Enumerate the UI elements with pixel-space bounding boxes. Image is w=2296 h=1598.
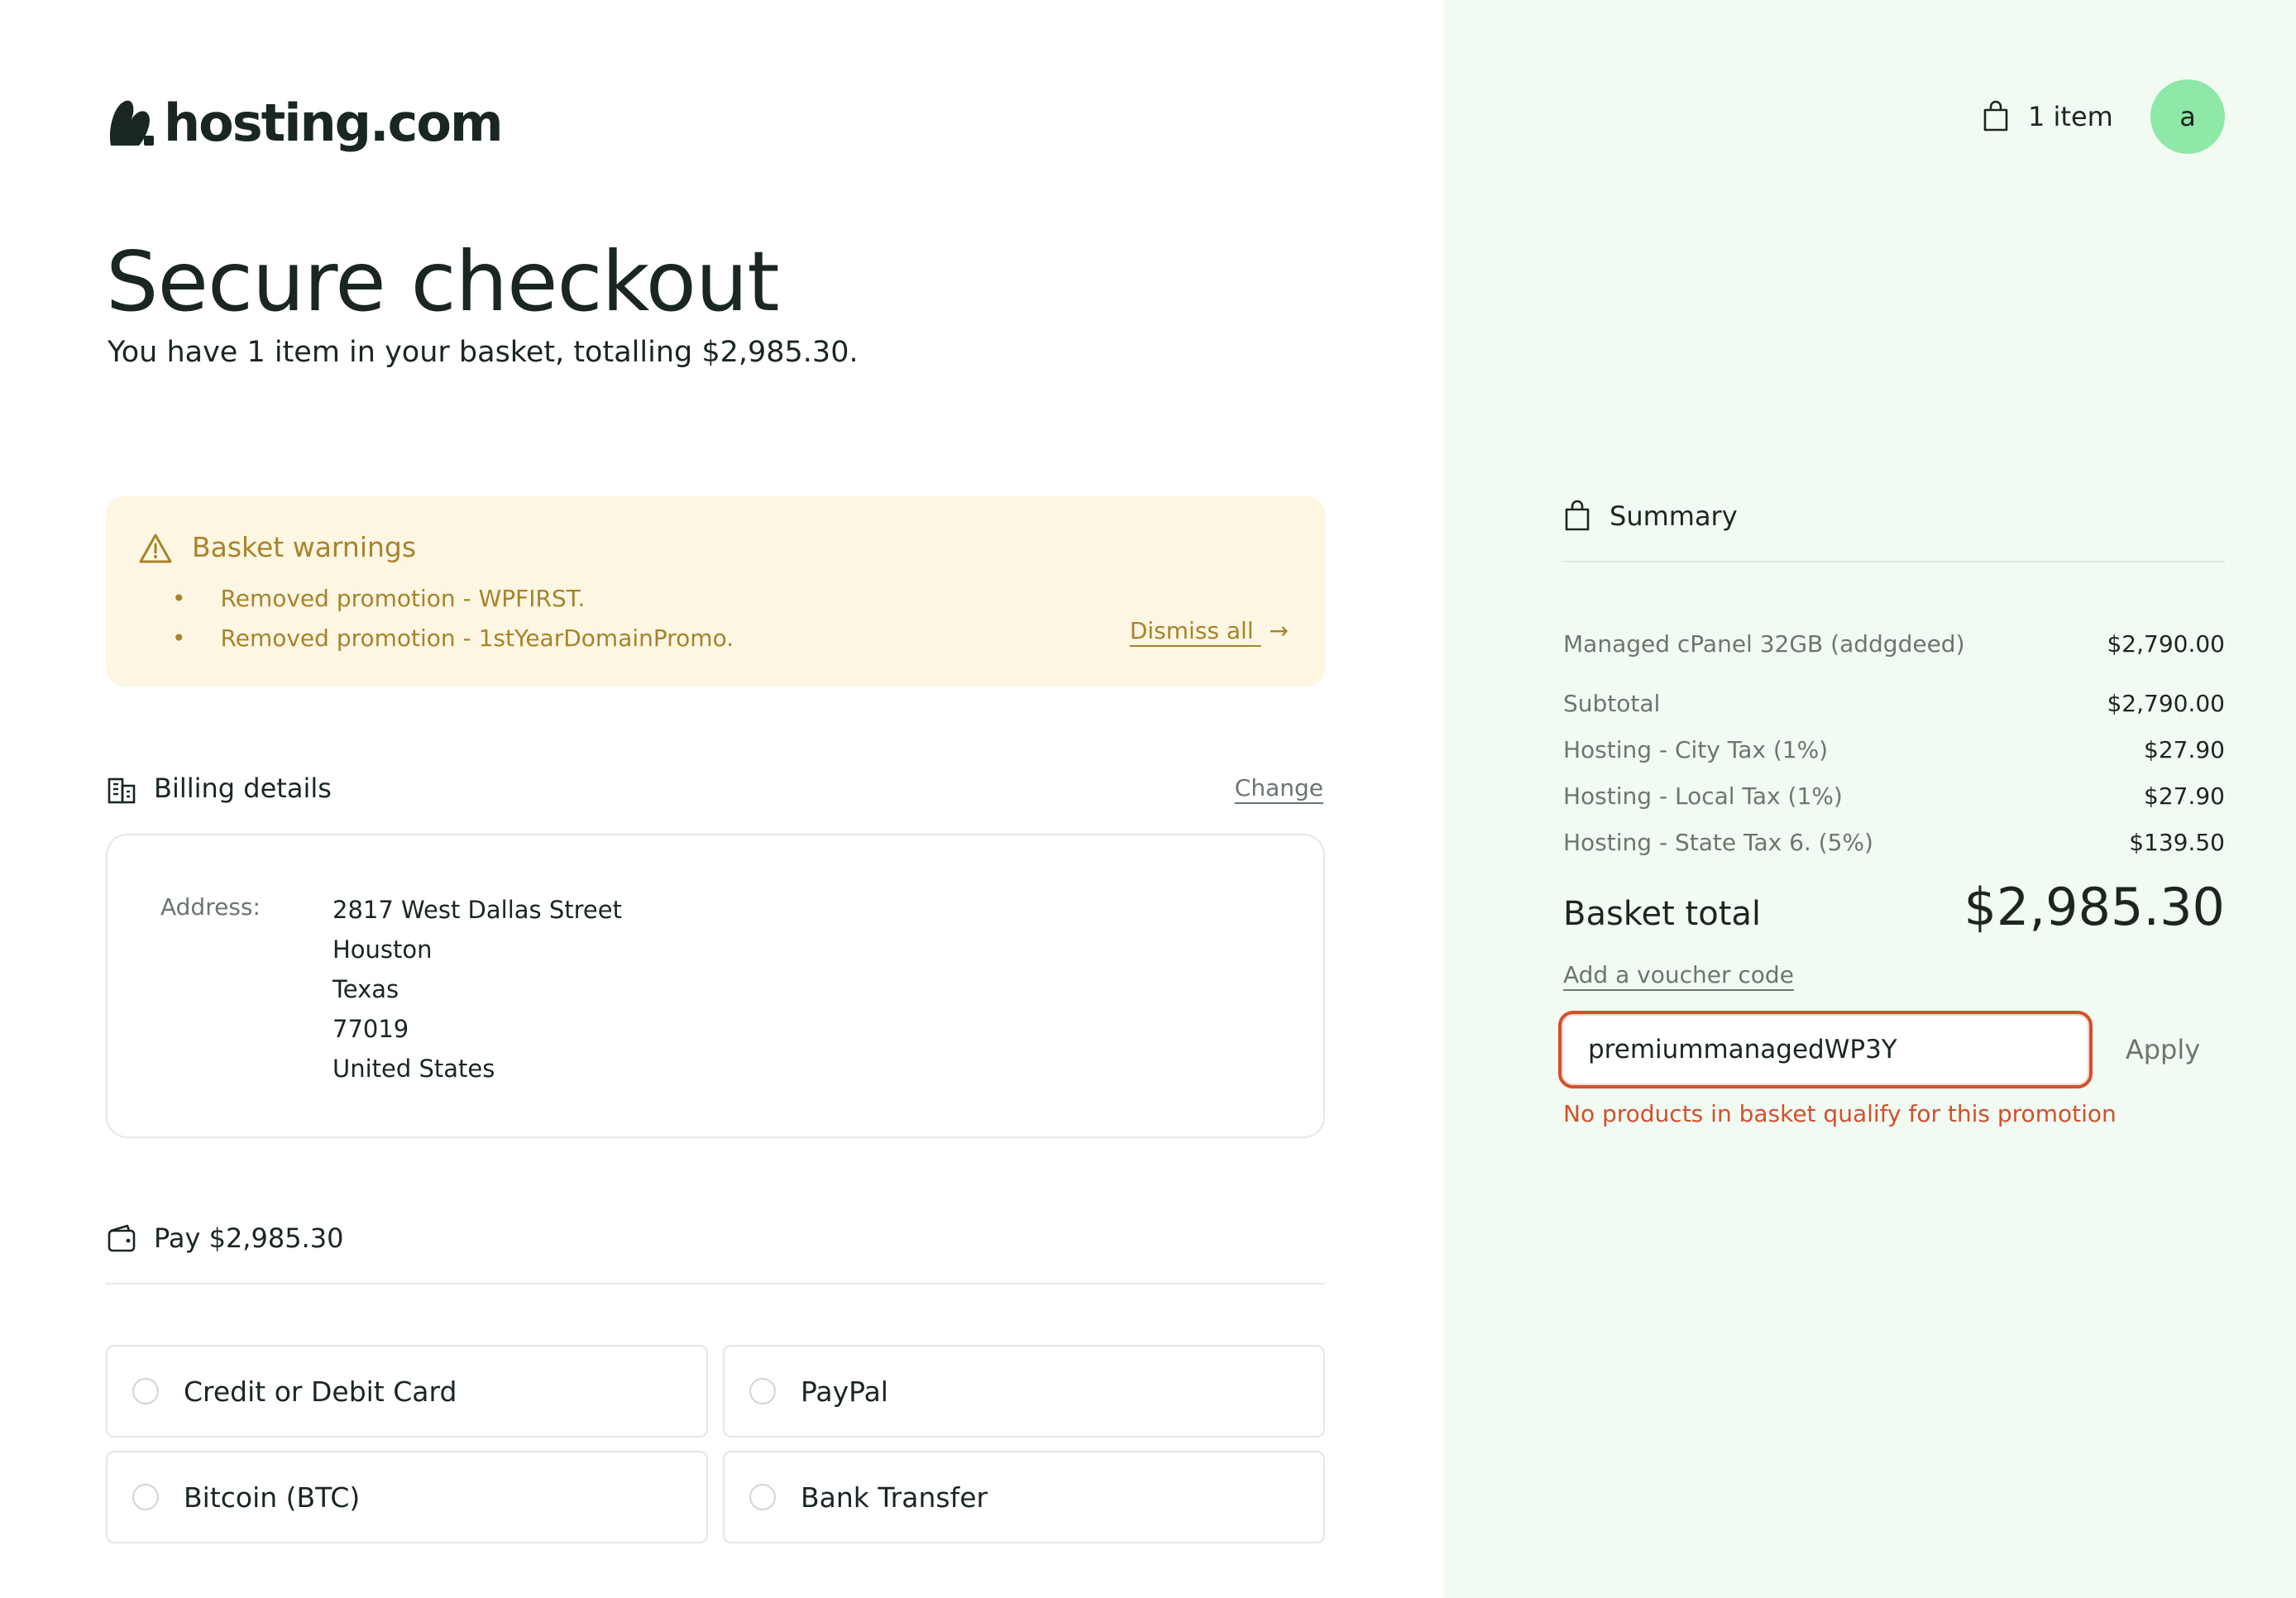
user-avatar[interactable]: a: [2150, 79, 2225, 154]
radio-button[interactable]: [749, 1378, 776, 1404]
add-voucher-link[interactable]: Add a voucher code: [1563, 961, 1794, 988]
summary-tax-row: Hosting - State Tax 6. (5%) $139.50: [1563, 829, 2225, 856]
tax-value: $27.90: [2144, 782, 2225, 810]
change-billing-link[interactable]: Change: [1235, 774, 1323, 801]
tax-value: $27.90: [2144, 736, 2225, 763]
warning-item: Removed promotion - 1stYearDomainPromo.: [169, 619, 734, 658]
address-zip: 77019: [332, 1015, 409, 1043]
address-country: United States: [332, 1055, 495, 1083]
summary-product-row: Managed cPanel 32GB (addgdeed) $2,790.00: [1563, 630, 2225, 658]
shopping-bag-icon: [1565, 500, 1590, 531]
summary-header: Summary: [1563, 496, 1738, 536]
voucher-code-input[interactable]: [1558, 1011, 2093, 1088]
tax-label: Hosting - Local Tax (1%): [1563, 782, 1843, 810]
dismiss-all-label: Dismiss all: [1129, 617, 1254, 644]
subtotal-value: $2,790.00: [2107, 690, 2225, 717]
arrow-right-icon: →: [1269, 617, 1289, 644]
radio-button[interactable]: [749, 1484, 776, 1510]
cart-button[interactable]: 1 item: [1982, 96, 2113, 137]
payment-option-card[interactable]: Credit or Debit Card: [106, 1345, 708, 1438]
warnings-title: Basket warnings: [192, 531, 417, 563]
billing-details-header: Billing details: [106, 769, 332, 807]
billing-address-card: Address: 2817 West Dallas Street Houston…: [106, 834, 1325, 1138]
warnings-list: Removed promotion - WPFIRST. Removed pro…: [192, 579, 734, 658]
address-state: Texas: [332, 975, 399, 1003]
basket-total-row: Basket total $2,985.30: [1563, 877, 2225, 937]
payment-option-label: PayPal: [801, 1375, 888, 1408]
summary-tax-row: Hosting - Local Tax (1%) $27.90: [1563, 782, 2225, 810]
address-street: 2817 West Dallas Street: [332, 896, 622, 924]
payment-option-label: Bank Transfer: [801, 1481, 988, 1514]
payment-divider: [106, 1283, 1325, 1285]
summary-tax-row: Hosting - City Tax (1%) $27.90: [1563, 736, 2225, 763]
summary-divider: [1563, 561, 2225, 562]
payment-option-label: Bitcoin (BTC): [184, 1481, 361, 1514]
basket-warnings-banner: Basket warnings Removed promotion - WPFI…: [106, 496, 1325, 687]
checkout-main: hosting.com Secure checkout You have 1 i…: [0, 0, 1444, 1598]
product-name: Managed cPanel 32GB (addgdeed): [1563, 630, 1965, 658]
voucher-error-message: No products in basket qualify for this p…: [1563, 1100, 2117, 1127]
page-title: Secure checkout: [106, 233, 780, 330]
payment-option-paypal[interactable]: PayPal: [723, 1345, 1325, 1438]
tax-label: Hosting - State Tax 6. (5%): [1563, 829, 1873, 856]
shopping-bag-icon: [1983, 100, 2008, 132]
brand-logo[interactable]: hosting.com: [106, 89, 504, 155]
summary-title: Summary: [1610, 500, 1738, 532]
tax-value: $139.50: [2129, 829, 2225, 856]
tax-label: Hosting - City Tax (1%): [1563, 736, 1829, 763]
wallet-icon: [108, 1224, 136, 1252]
address-city: Houston: [332, 935, 433, 964]
address-label: Address:: [160, 893, 261, 921]
basket-total-value: $2,985.30: [1964, 877, 2225, 937]
payment-header: Pay $2,985.30: [106, 1219, 343, 1257]
summary-subtotal-row: Subtotal $2,790.00: [1563, 690, 2225, 717]
radio-button[interactable]: [132, 1378, 159, 1404]
apply-voucher-button[interactable]: Apply: [2109, 1011, 2217, 1088]
brand-name: hosting.com: [164, 92, 504, 153]
payment-option-bank-transfer[interactable]: Bank Transfer: [723, 1451, 1325, 1543]
basket-subtitle: You have 1 item in your basket, totallin…: [108, 336, 859, 369]
address-lines: 2817 West Dallas Street Houston Texas 77…: [332, 890, 622, 1088]
dismiss-all-link[interactable]: Dismiss all →: [1130, 617, 1289, 644]
payment-title: Pay $2,985.30: [154, 1222, 344, 1254]
basket-total-label: Basket total: [1563, 895, 1762, 933]
warning-triangle-icon: [139, 533, 172, 563]
billing-details-title: Billing details: [154, 773, 332, 804]
product-price: $2,790.00: [2107, 630, 2225, 658]
payment-option-bitcoin[interactable]: Bitcoin (BTC): [106, 1451, 708, 1543]
building-icon: [108, 777, 136, 804]
brand-mark-icon: [109, 100, 154, 146]
payment-option-label: Credit or Debit Card: [184, 1375, 457, 1408]
subtotal-label: Subtotal: [1563, 690, 1661, 717]
cart-count-label: 1 item: [2028, 101, 2113, 132]
warning-item: Removed promotion - WPFIRST.: [169, 579, 734, 619]
radio-button[interactable]: [132, 1484, 159, 1510]
